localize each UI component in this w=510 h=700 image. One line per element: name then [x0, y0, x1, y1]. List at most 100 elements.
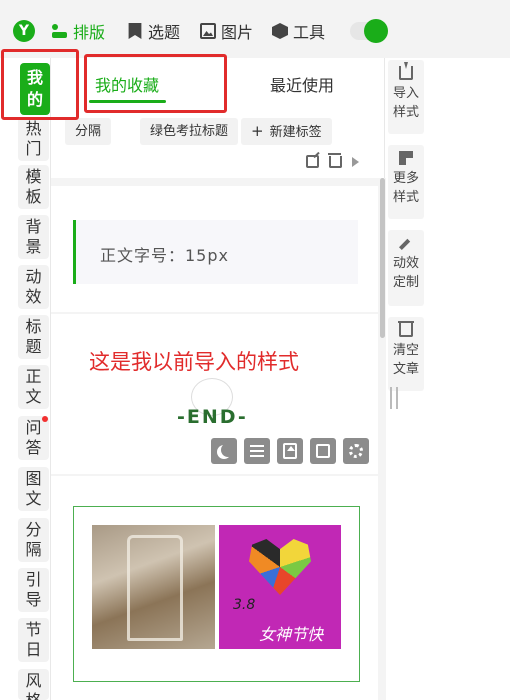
import-label-2: 样式: [392, 105, 419, 120]
left-tab-title[interactable]: 标题: [18, 315, 49, 359]
annotation-note: 这是我以前导入的样式: [89, 350, 299, 374]
top-bar: Y 排版 选题 图片 工具: [0, 0, 510, 58]
gift-photo: [92, 525, 215, 649]
chip-koala-title[interactable]: 绿色考拉标题: [140, 118, 239, 145]
left-tab-style[interactable]: 风格: [18, 669, 49, 700]
left-tab-label: 风格: [25, 671, 42, 700]
clear-article-button[interactable]: 清空 文章: [388, 317, 424, 391]
nav-tools[interactable]: 工具: [272, 19, 325, 43]
settings-button[interactable]: [343, 438, 369, 464]
quote-block: 正文字号：15px: [73, 220, 358, 284]
night-mode-button[interactable]: [211, 438, 237, 464]
left-tab-guide[interactable]: 引导: [18, 568, 49, 612]
nav-tools-label: 工具: [293, 23, 326, 42]
upload-icon: [283, 443, 297, 459]
left-tab-label: 图文: [25, 469, 42, 508]
move-up-button[interactable]: [277, 438, 303, 464]
style-card[interactable]: 正文字号：15px: [51, 186, 378, 312]
left-tab-label: 节日: [25, 620, 42, 659]
left-tab-hot[interactable]: 热门: [18, 117, 49, 161]
resize-handle[interactable]: [390, 387, 398, 409]
edit-icon: [316, 444, 330, 458]
app-logo[interactable]: Y: [13, 20, 35, 42]
plus-icon: +: [251, 122, 264, 140]
left-tab-label: 分隔: [25, 520, 42, 559]
image-frame: 3.8 女神节快: [73, 506, 360, 682]
nav-images-label: 图片: [221, 23, 254, 42]
left-tab-motion[interactable]: 动效: [18, 265, 49, 309]
tab-recent[interactable]: 最近使用: [270, 72, 334, 96]
nav-images[interactable]: 图片: [200, 19, 253, 43]
menu-icon: [250, 445, 264, 457]
left-tab-label: 模板: [25, 167, 42, 206]
tab-favorites[interactable]: 我的收藏: [95, 72, 159, 96]
image-icon: [200, 23, 216, 39]
heart-artwork: 3.8 女神节快: [219, 525, 341, 649]
left-tab-label: 引导: [25, 570, 42, 609]
style-card[interactable]: 3.8 女神节快: [51, 476, 378, 700]
motion-custom-button[interactable]: 动效 定制: [388, 230, 424, 306]
style-card[interactable]: 这是我以前导入的样式 -END-: [51, 314, 378, 474]
toggle-knob: [364, 19, 388, 43]
left-tab-label: 标题: [25, 317, 42, 356]
chip-new-tag-label: 新建标签: [269, 125, 322, 140]
chip-divider[interactable]: 分隔: [65, 118, 112, 145]
quote-text: 正文字号：15px: [100, 246, 229, 265]
grid-icon: [399, 151, 413, 165]
chevron-right-icon[interactable]: [352, 157, 359, 167]
left-tab-template[interactable]: 模板: [18, 165, 49, 209]
nav-layout[interactable]: 排版: [52, 19, 105, 43]
import-style-button[interactable]: 导入 样式: [388, 60, 424, 134]
more-styles-button[interactable]: 更多 样式: [388, 145, 424, 219]
left-tab-background[interactable]: 背景: [18, 215, 49, 259]
clear-label-1: 清空: [392, 343, 419, 358]
edit-icon[interactable]: [306, 155, 319, 168]
left-tab-divider[interactable]: 分隔: [18, 518, 49, 562]
trash-icon[interactable]: [328, 153, 342, 168]
heart-icon: [249, 539, 311, 595]
end-label: -END-: [177, 406, 248, 428]
panel-tabs: 我的收藏 最近使用: [51, 58, 386, 105]
chip-new-tag[interactable]: + 新建标签: [241, 118, 332, 145]
nav-topics[interactable]: 选题: [127, 19, 180, 43]
nav-topics-label: 选题: [148, 23, 181, 42]
scrollbar[interactable]: [380, 178, 385, 338]
left-tab-image-text[interactable]: 图文: [18, 467, 49, 511]
left-tab-qa[interactable]: 问答: [18, 416, 49, 460]
cube-icon: [272, 23, 288, 39]
tag-tools: [306, 153, 359, 168]
left-tab-label: 问答: [25, 418, 42, 457]
left-tab-label: 正文: [25, 367, 42, 406]
import-icon: [399, 62, 413, 80]
left-tab-label: 背景: [25, 217, 42, 256]
tab-active-indicator: [89, 100, 166, 103]
card-actions: [211, 438, 369, 464]
wand-icon: [399, 238, 411, 250]
edit-button[interactable]: [310, 438, 336, 464]
left-tab-label: 我的: [26, 68, 43, 109]
tag-chips: 分隔 绿色考拉标题 + 新建标签: [51, 118, 386, 148]
left-tab-label: 热门: [25, 119, 42, 158]
left-tab-body[interactable]: 正文: [18, 365, 49, 409]
import-label-1: 导入: [392, 86, 419, 101]
bookmark-icon: [128, 23, 142, 39]
artwork-date: 3.8: [233, 597, 256, 613]
more-label-1: 更多: [392, 171, 419, 186]
style-list: 正文字号：15px 这是我以前导入的样式 -END- 3.8 女神节快: [51, 178, 386, 700]
trash-icon: [398, 321, 414, 337]
left-tab-mine[interactable]: 我的: [20, 63, 50, 115]
more-label-2: 样式: [392, 190, 419, 205]
left-tab-label: 动效: [25, 267, 42, 306]
motion-label-1: 动效: [392, 256, 419, 271]
moon-icon: [221, 443, 235, 457]
nav-layout-label: 排版: [73, 23, 106, 42]
gear-icon: [349, 444, 363, 458]
layout-icon: [52, 23, 68, 39]
clear-label-2: 文章: [392, 362, 419, 377]
style-panel: 我的收藏 最近使用 分隔 绿色考拉标题 + 新建标签 正文字号：15px 这是我以…: [50, 58, 386, 700]
motion-label-2: 定制: [392, 275, 419, 290]
left-tab-festival[interactable]: 节日: [18, 618, 49, 662]
mode-toggle[interactable]: [350, 19, 388, 43]
notification-dot: [42, 416, 48, 422]
menu-button[interactable]: [244, 438, 270, 464]
